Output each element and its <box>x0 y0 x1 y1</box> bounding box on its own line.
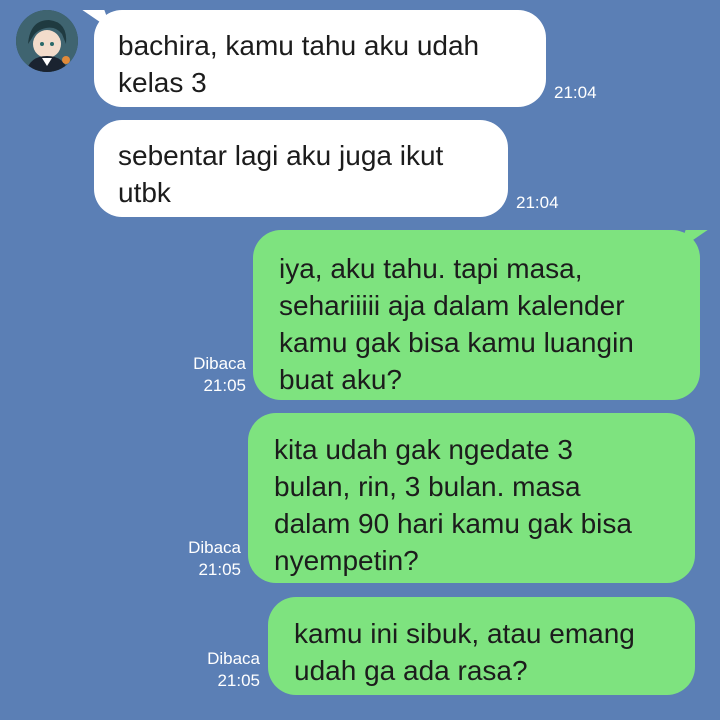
message-time: 21:04 <box>554 83 597 102</box>
message-meta: Dibaca 21:05 <box>160 353 246 397</box>
read-status: Dibaca <box>193 354 246 373</box>
message-bubble-outgoing[interactable]: kita udah gak ngedate 3 bulan, rin, 3 bu… <box>248 413 695 583</box>
message-text: iya, aku tahu. tapi masa, sehariiiii aja… <box>279 253 634 395</box>
message-text: bachira, kamu tahu aku udah kelas 3 <box>118 30 480 98</box>
chat-area: bachira, kamu tahu aku udah kelas 3 21:0… <box>0 0 720 720</box>
message-bubble-outgoing[interactable]: kamu ini sibuk, atau emang udah ga ada r… <box>268 597 695 695</box>
message-bubble-outgoing[interactable]: iya, aku tahu. tapi masa, sehariiiii aja… <box>253 230 700 400</box>
message-meta: Dibaca 21:05 <box>155 537 241 581</box>
message-meta: Dibaca 21:05 <box>174 648 260 692</box>
message-bubble-incoming[interactable]: sebentar lagi aku juga ikut utbk <box>94 120 508 217</box>
message-time: 21:05 <box>217 671 260 690</box>
anime-avatar-icon <box>16 10 78 72</box>
message-text: sebentar lagi aku juga ikut utbk <box>118 140 444 208</box>
read-status: Dibaca <box>188 538 241 557</box>
read-status: Dibaca <box>207 649 260 668</box>
message-time: 21:04 <box>516 193 559 212</box>
message-text: kamu ini sibuk, atau emang udah ga ada r… <box>294 618 635 686</box>
message-bubble-incoming[interactable]: bachira, kamu tahu aku udah kelas 3 <box>94 10 546 107</box>
message-text: kita udah gak ngedate 3 bulan, rin, 3 bu… <box>274 434 632 576</box>
message-time: 21:05 <box>203 376 246 395</box>
contact-avatar[interactable] <box>16 10 78 72</box>
message-time: 21:05 <box>198 560 241 579</box>
